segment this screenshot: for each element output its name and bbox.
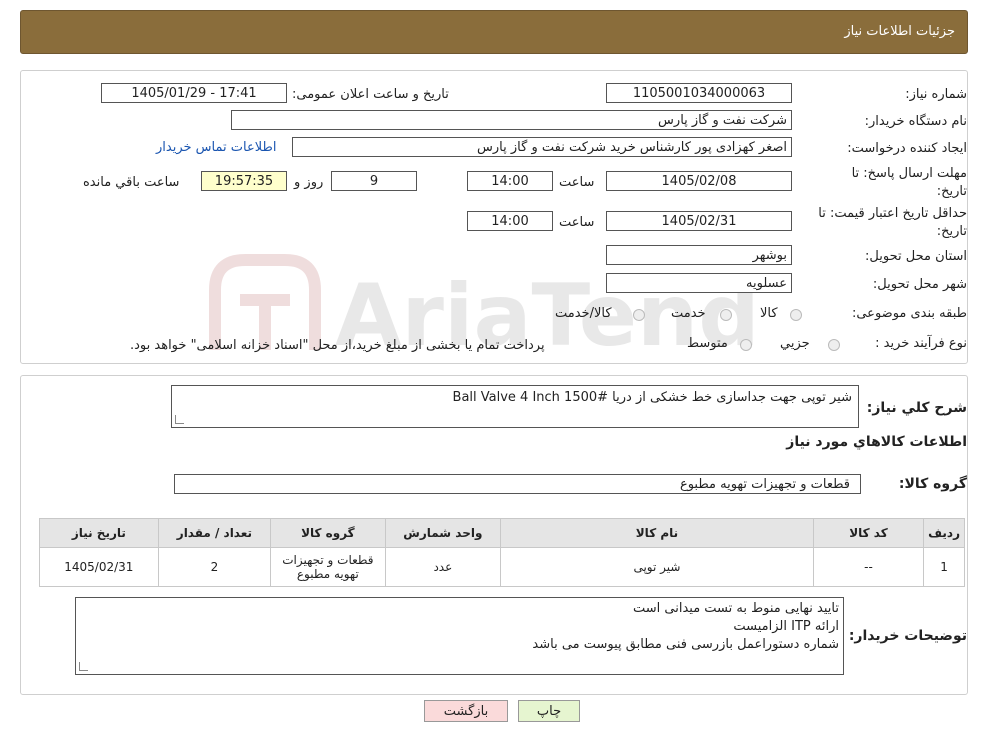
province-label: استان محل تحویل:	[865, 249, 967, 264]
buyer-org-label: نام دستگاه خریدار:	[864, 114, 967, 129]
remaining-time-field: 19:57:35	[201, 171, 287, 191]
price-valid-label: حداقل تاریخ اعتبار قیمت: تا	[818, 206, 967, 221]
goods-info-title: اطلاعات کالاهاي مورد نياز	[786, 434, 967, 450]
announce-field: 1405/01/29 - 17:41	[101, 83, 287, 103]
category-label: طبقه بندی موضوعی:	[851, 306, 967, 321]
cell-need-date: 1405/02/31	[39, 547, 159, 587]
category-goods-service-radio[interactable]	[633, 309, 645, 321]
requester-label: ایجاد کننده درخواست:	[847, 141, 967, 156]
price-valid-time-field: 14:00	[467, 211, 553, 231]
goods-group-label: گروه کالا:	[898, 476, 967, 492]
process-medium-label: متوسط	[687, 336, 728, 351]
cell-item-code: --	[812, 547, 925, 587]
deadline-label: مهلت ارسال پاسخ: تا	[851, 166, 967, 181]
buyer-note-line: شماره دستوراعمل بازرسی فنی مطابق پیوست م…	[532, 637, 839, 652]
deadline-time-field: 14:00	[467, 171, 553, 191]
need-number-field: 1105001034000063	[606, 83, 792, 103]
buyer-note-line: ارائه ITP الزامیست	[733, 619, 839, 634]
process-medium-radio[interactable]	[740, 339, 752, 351]
col-item-name: نام کالا	[500, 518, 814, 548]
back-button[interactable]: بازگشت	[424, 700, 508, 722]
description-text: شیر توپی جهت جداسازی خط خشکی از دریا Bal…	[452, 390, 852, 405]
buyer-notes-field: تایید نهایی منوط به تست میدانی است ارائه…	[75, 597, 844, 675]
price-valid-date-field: 1405/02/31	[606, 211, 792, 231]
resize-grip-icon[interactable]	[175, 415, 184, 424]
buyer-notes-label: توضیحات خریدار:	[848, 628, 967, 644]
city-label: شهر محل تحویل:	[872, 277, 967, 292]
price-valid-hour-label: ساعت	[559, 215, 595, 230]
cell-unit: عدد	[384, 547, 502, 587]
price-valid-label-date: تاریخ:	[936, 224, 967, 239]
deadline-hour-label: ساعت	[559, 175, 595, 190]
province-field: بوشهر	[606, 245, 792, 265]
process-note: پرداخت تمام یا بخشی از مبلغ خرید،از محل …	[130, 338, 545, 353]
category-service-label: خدمت	[671, 306, 706, 321]
col-goods-group: گروه کالا	[270, 518, 386, 548]
table-header-row: رديف کد کالا نام کالا واحد شمارش گروه کا…	[39, 518, 965, 548]
city-field: عسلویه	[606, 273, 792, 293]
buyer-contact-link[interactable]: اطلاعات تماس خریدار	[156, 140, 276, 155]
category-goods-label: کالا	[760, 306, 778, 321]
category-goods-service-label: کالا/خدمت	[555, 306, 612, 321]
process-small-label: جزیي	[780, 336, 810, 351]
table-row: 1 -- شیر توپی عدد قطعات و تجهیزات تهویه …	[39, 547, 965, 587]
process-label: نوع فرآیند خرید :	[875, 336, 967, 351]
process-small-radio[interactable]	[828, 339, 840, 351]
remaining-label: ساعت باقي مانده	[83, 175, 180, 190]
requester-field: اصغر کهزادی پور کارشناس خرید شرکت نفت و …	[292, 137, 792, 157]
goods-table: رديف کد کالا نام کالا واحد شمارش گروه کا…	[39, 518, 965, 587]
print-button[interactable]: چاپ	[518, 700, 580, 722]
announce-label: تاریخ و ساعت اعلان عمومی:	[292, 87, 449, 102]
category-service-radio[interactable]	[720, 309, 732, 321]
col-row-number: رديف	[923, 518, 965, 548]
page-header: جزئیات اطلاعات نیاز	[20, 10, 968, 54]
page-title: جزئیات اطلاعات نیاز	[844, 24, 955, 39]
cell-goods-group: قطعات و تجهیزات تهویه مطبوع	[270, 547, 386, 587]
col-unit: واحد شمارش	[384, 518, 502, 548]
buyer-org-field: شرکت نفت و گاز پارس	[231, 110, 792, 130]
col-need-date: تاريخ نياز	[39, 518, 159, 548]
deadline-label-date: تاریخ:	[936, 184, 967, 199]
resize-grip-icon[interactable]	[79, 662, 88, 671]
cell-row-number: 1	[923, 547, 965, 587]
cell-item-name: شیر توپی	[500, 547, 814, 587]
deadline-date-field: 1405/02/08	[606, 171, 792, 191]
goods-group-field: قطعات و تجهیزات تهویه مطبوع	[174, 474, 861, 494]
days-field: 9	[331, 171, 417, 191]
buyer-note-line: تایید نهایی منوط به تست میدانی است	[632, 601, 839, 616]
category-goods-radio[interactable]	[790, 309, 802, 321]
description-field: شیر توپی جهت جداسازی خط خشکی از دریا Bal…	[171, 385, 859, 428]
col-item-code: کد کالا	[812, 518, 925, 548]
col-quantity: تعداد / مقدار	[157, 518, 272, 548]
need-number-label: شماره نیاز:	[905, 87, 967, 102]
cell-quantity: 2	[157, 547, 272, 587]
description-label: شرح کلي نياز:	[866, 400, 967, 416]
days-label: روز و	[294, 175, 324, 190]
